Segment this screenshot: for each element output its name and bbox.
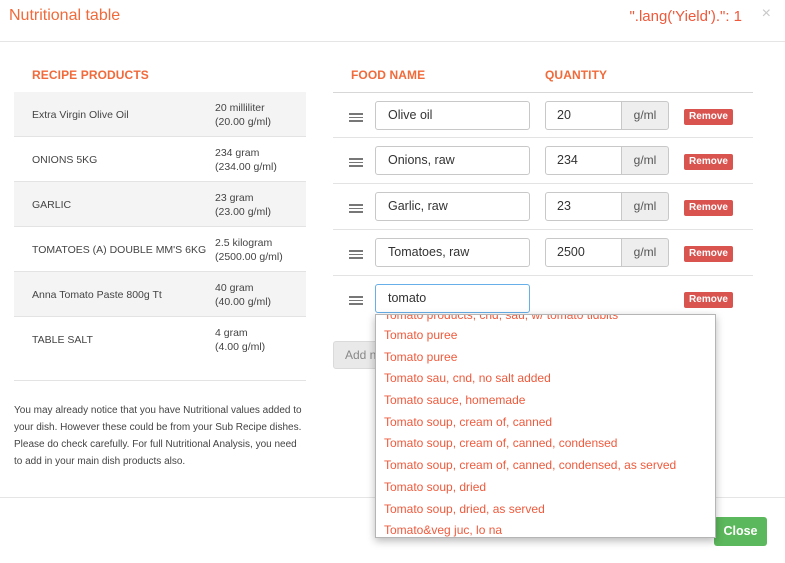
modal-header: Nutritional table ".lang('Yield').": 1 × <box>0 0 785 42</box>
unit-addon: g/ml <box>621 238 669 267</box>
autocomplete-option[interactable]: Tomato puree <box>376 347 715 369</box>
unit-addon: g/ml <box>621 101 669 130</box>
product-qty-value: 40 gram <box>215 281 254 294</box>
nutrition-notice: You may already notice that you have Nut… <box>14 380 306 470</box>
autocomplete-option[interactable]: Tomato soup, cream of, canned, condensed <box>376 433 715 455</box>
product-name: TABLE SALT <box>32 333 93 346</box>
autocomplete-option[interactable]: Tomato soup, cream of, canned <box>376 412 715 434</box>
food-row: Onions, raw 234 g/ml Remove <box>333 138 753 184</box>
drag-handle-icon[interactable] <box>349 113 363 122</box>
product-qty-detail: (2500.00 g/ml) <box>215 250 283 263</box>
product-name: Extra Virgin Olive Oil <box>32 108 129 121</box>
product-qty-value: 23 gram <box>215 191 254 204</box>
quantity-heading: QUANTITY <box>545 68 608 82</box>
product-qty-detail: (4.00 g/ml) <box>215 340 266 353</box>
unit-addon: g/ml <box>621 192 669 221</box>
product-name: TOMATOES (A) DOUBLE MM'S 6KG <box>32 243 207 256</box>
product-qty-detail: (234.00 g/ml) <box>215 160 277 173</box>
remove-button[interactable]: Remove <box>684 246 733 262</box>
food-row: Olive oil 20 g/ml Remove <box>333 92 753 138</box>
product-name: Anna Tomato Paste 800g Tt <box>32 288 162 301</box>
food-name-input[interactable]: Olive oil <box>375 101 530 130</box>
quantity-input[interactable]: 23 <box>545 192 622 221</box>
product-qty-value: 20 milliliter <box>215 101 265 114</box>
yield-label: ".lang('Yield').": 1 <box>629 8 742 25</box>
product-quantity: 40 gram (40.00 g/ml) <box>215 272 305 317</box>
product-quantity: 20 milliliter (20.00 g/ml) <box>215 92 305 137</box>
food-name-input[interactable]: Onions, raw <box>375 146 530 175</box>
drag-handle-icon[interactable] <box>349 204 363 213</box>
product-qty-detail: (40.00 g/ml) <box>215 295 272 308</box>
autocomplete-option[interactable]: Tomato puree <box>376 325 715 347</box>
unit-addon: g/ml <box>621 146 669 175</box>
product-qty-detail: (23.00 g/ml) <box>215 205 272 218</box>
product-qty-value: 234 gram <box>215 146 260 159</box>
product-quantity: 2.5 kilogram (2500.00 g/ml) <box>215 227 305 272</box>
food-items-list: Olive oil 20 g/ml Remove Onions, raw 234… <box>333 92 753 322</box>
autocomplete-option[interactable]: Tomato soup, dried, as served <box>376 499 715 521</box>
quantity-input[interactable]: 2500 <box>545 238 622 267</box>
drag-handle-icon[interactable] <box>349 296 363 305</box>
autocomplete-option[interactable]: Tomato products, cnd, sau, w/ tomato tid… <box>384 315 618 322</box>
autocomplete-dropdown: Tomato products, cnd, sau, w/ tomato tid… <box>375 314 716 538</box>
quantity-input[interactable]: 234 <box>545 146 622 175</box>
food-name-input[interactable]: Tomatoes, raw <box>375 238 530 267</box>
autocomplete-option[interactable]: Tomato soup, cream of, canned, condensed… <box>376 455 715 477</box>
quantity-input[interactable]: 20 <box>545 101 622 130</box>
remove-button[interactable]: Remove <box>684 109 733 125</box>
autocomplete-list: Tomato puree Tomato puree Tomato sau, cn… <box>376 325 715 537</box>
product-row: ONIONS 5KG 234 gram (234.00 g/ml) <box>14 137 306 182</box>
food-search-input[interactable]: tomato <box>375 284 530 313</box>
drag-handle-icon[interactable] <box>349 158 363 167</box>
remove-button[interactable]: Remove <box>684 154 733 170</box>
autocomplete-option[interactable]: Tomato soup, dried <box>376 477 715 499</box>
product-row: Extra Virgin Olive Oil 20 milliliter (20… <box>14 92 306 137</box>
product-row: GARLIC 23 gram (23.00 g/ml) <box>14 182 306 227</box>
remove-button[interactable]: Remove <box>684 292 733 308</box>
product-qty-detail: (20.00 g/ml) <box>215 115 272 128</box>
product-quantity: 4 gram (4.00 g/ml) <box>215 317 305 362</box>
autocomplete-option[interactable]: Tomato sauce, homemade <box>376 390 715 412</box>
food-row: Garlic, raw 23 g/ml Remove <box>333 184 753 230</box>
product-row: Anna Tomato Paste 800g Tt 40 gram (40.00… <box>14 272 306 317</box>
product-row: TABLE SALT 4 gram (4.00 g/ml) <box>14 317 306 362</box>
autocomplete-option[interactable]: Tomato sau, cnd, no salt added <box>376 368 715 390</box>
recipe-products-heading: RECIPE PRODUCTS <box>32 68 149 82</box>
product-quantity: 23 gram (23.00 g/ml) <box>215 182 305 227</box>
close-button[interactable]: Close <box>714 517 767 546</box>
close-icon[interactable]: × <box>762 5 771 23</box>
modal-title: Nutritional table <box>9 7 121 24</box>
product-row: TOMATOES (A) DOUBLE MM'S 6KG 2.5 kilogra… <box>14 227 306 272</box>
product-qty-value: 2.5 kilogram <box>215 236 273 249</box>
product-name: GARLIC <box>32 198 72 211</box>
product-quantity: 234 gram (234.00 g/ml) <box>215 137 305 182</box>
food-row: Tomatoes, raw 2500 g/ml Remove <box>333 230 753 276</box>
autocomplete-option[interactable]: Tomato&veg juc, lo na <box>376 520 715 537</box>
product-name: ONIONS 5KG <box>32 153 98 166</box>
add-new-button[interactable]: Add ne <box>333 341 379 369</box>
product-qty-value: 4 gram <box>215 326 248 339</box>
food-name-heading: FOOD NAME <box>351 68 426 82</box>
recipe-products-table: Extra Virgin Olive Oil 20 milliliter (20… <box>14 92 306 362</box>
food-name-input[interactable]: Garlic, raw <box>375 192 530 221</box>
remove-button[interactable]: Remove <box>684 200 733 216</box>
drag-handle-icon[interactable] <box>349 250 363 259</box>
